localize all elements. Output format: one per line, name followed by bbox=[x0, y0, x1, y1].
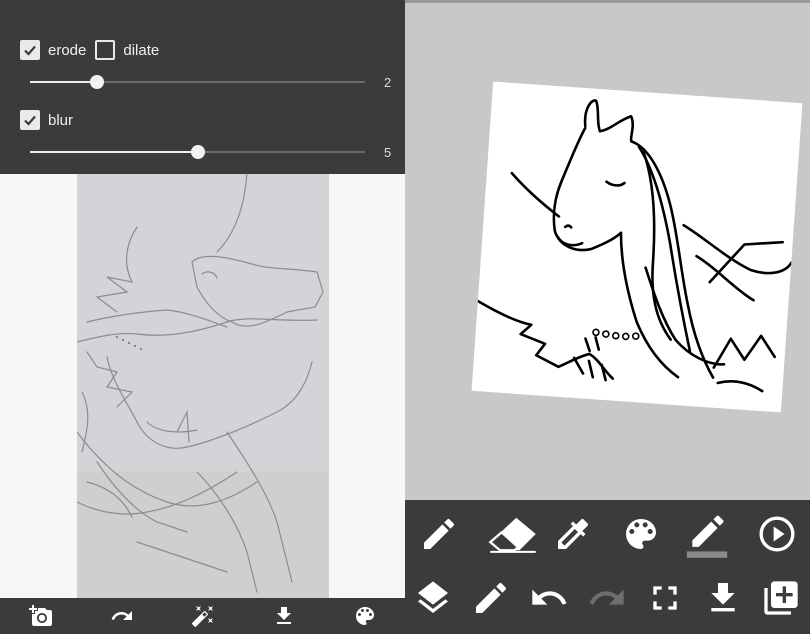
brush-color-button[interactable] bbox=[681, 506, 733, 562]
download-icon bbox=[711, 583, 735, 612]
drawing-toolbar bbox=[405, 500, 810, 634]
eyedropper-tool-button[interactable] bbox=[547, 508, 599, 560]
download-button[interactable] bbox=[697, 572, 749, 624]
add-photo-button[interactable] bbox=[21, 600, 61, 632]
pencil-icon bbox=[424, 518, 454, 549]
redo-button[interactable] bbox=[581, 572, 633, 624]
check-icon bbox=[24, 45, 36, 56]
erode-slider[interactable] bbox=[30, 74, 365, 90]
blur-checkbox[interactable] bbox=[20, 110, 40, 130]
camera-preview[interactable] bbox=[77, 172, 329, 598]
palette-icon bbox=[626, 519, 656, 549]
add-layer-button[interactable] bbox=[755, 572, 807, 624]
undo-icon bbox=[532, 589, 567, 605]
add-photo-icon bbox=[28, 605, 52, 626]
edit-icon bbox=[476, 582, 506, 613]
check-icon bbox=[24, 115, 36, 126]
camera-pane: erode dilate 2 blur 5 bbox=[0, 0, 405, 634]
blur-slider[interactable] bbox=[30, 144, 365, 160]
eyedropper-icon bbox=[558, 519, 589, 549]
brush-color-icon bbox=[686, 515, 728, 558]
color-palette-button[interactable] bbox=[615, 508, 667, 560]
slider-fill bbox=[30, 81, 97, 83]
divider bbox=[405, 0, 810, 3]
slider-thumb[interactable] bbox=[190, 145, 205, 159]
camera-toolbar bbox=[0, 598, 405, 634]
palette-icon bbox=[355, 607, 374, 625]
auto-enhance-button[interactable] bbox=[183, 600, 223, 632]
save-photo-button[interactable] bbox=[264, 600, 304, 632]
blur-row: blur bbox=[20, 110, 82, 130]
morphology-row: erode dilate bbox=[20, 40, 168, 60]
slider-fill bbox=[30, 151, 198, 153]
download-icon bbox=[276, 607, 291, 624]
erode-value: 2 bbox=[384, 75, 392, 90]
play-button[interactable] bbox=[751, 508, 803, 560]
dilate-label: dilate bbox=[123, 41, 160, 59]
slider-thumb[interactable] bbox=[90, 75, 104, 89]
horse-line-art bbox=[476, 99, 793, 393]
play-icon bbox=[759, 516, 795, 552]
erode-label: erode bbox=[48, 41, 87, 59]
erode-checkbox[interactable] bbox=[20, 40, 40, 60]
fullscreen-icon bbox=[653, 586, 677, 610]
color-button[interactable] bbox=[345, 600, 385, 632]
blur-value: 5 bbox=[384, 145, 392, 160]
pencil-tool-button[interactable] bbox=[413, 508, 465, 560]
layers-button[interactable] bbox=[407, 572, 459, 624]
layers-icon bbox=[418, 581, 448, 613]
drawing-canvas[interactable] bbox=[471, 81, 803, 413]
rotate-button[interactable] bbox=[102, 600, 142, 632]
redo-icon bbox=[589, 589, 624, 605]
fullscreen-button[interactable] bbox=[639, 572, 691, 624]
undo-button[interactable] bbox=[523, 572, 575, 624]
edit-button[interactable] bbox=[465, 572, 517, 624]
magic-wand-icon bbox=[191, 606, 213, 627]
redo-icon bbox=[111, 611, 132, 620]
add-layer-icon bbox=[764, 581, 798, 615]
eraser-icon bbox=[488, 517, 536, 553]
dilate-checkbox[interactable] bbox=[95, 40, 116, 60]
pencil-sketch-photo bbox=[77, 172, 329, 598]
threshold-controls: erode dilate 2 blur 5 bbox=[0, 0, 405, 174]
eraser-tool-button[interactable] bbox=[481, 508, 545, 560]
blur-label: blur bbox=[48, 111, 74, 129]
